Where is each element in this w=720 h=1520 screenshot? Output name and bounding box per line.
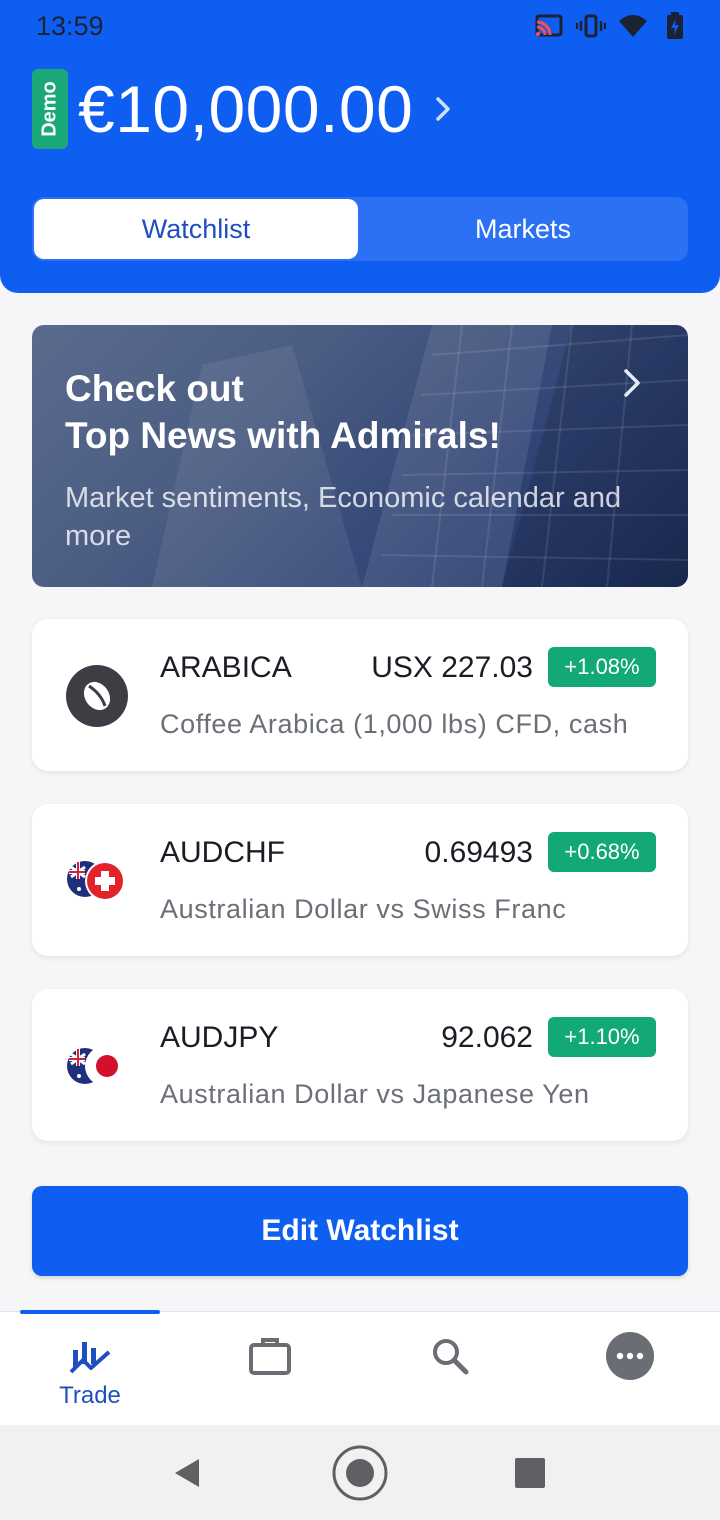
coffee-bean-icon xyxy=(65,664,129,728)
system-navigation-bar xyxy=(0,1425,720,1520)
back-icon[interactable] xyxy=(158,1443,218,1503)
search-icon xyxy=(428,1334,472,1378)
au-ch-flags-icon xyxy=(65,849,129,913)
au-jp-flags-icon xyxy=(65,1034,129,1098)
status-time: 13:59 xyxy=(36,11,104,41)
trade-chart-icon xyxy=(68,1334,112,1378)
status-icons xyxy=(534,12,690,40)
instrument-description: Australian Dollar vs Swiss Franc xyxy=(160,894,567,924)
instrument-price: 0.69493 xyxy=(424,836,533,869)
cast-icon xyxy=(534,12,564,40)
nav-trade[interactable]: Trade xyxy=(0,1312,180,1426)
recents-icon[interactable] xyxy=(500,1443,560,1503)
banner-title: Check out Top News with Admirals! xyxy=(65,368,501,456)
balance-row[interactable]: Demo €10,000.00 xyxy=(32,68,463,150)
edit-watchlist-button[interactable]: Edit Watchlist xyxy=(32,1186,688,1276)
banner-subtitle: Market sentiments, Economic calendar and… xyxy=(65,482,622,552)
account-balance: €10,000.00 xyxy=(78,72,414,146)
account-header: 13:59 Demo €10,000.00 Watchlist Markets xyxy=(0,0,720,293)
nav-search[interactable] xyxy=(360,1312,540,1426)
chevron-right-icon[interactable] xyxy=(433,89,463,129)
change-badge: +1.10% xyxy=(548,1017,656,1057)
nav-portfolio[interactable] xyxy=(180,1312,360,1426)
briefcase-icon xyxy=(248,1334,292,1378)
bottom-navigation: Trade xyxy=(0,1310,720,1426)
change-badge: +1.08% xyxy=(548,647,656,687)
home-icon[interactable] xyxy=(330,1443,390,1503)
status-bar: 13:59 xyxy=(0,0,720,52)
tab-watchlist[interactable]: Watchlist xyxy=(34,199,358,259)
chevron-right-icon xyxy=(624,369,640,397)
wifi-icon xyxy=(618,12,648,40)
change-badge: +0.68% xyxy=(548,832,656,872)
vibrate-icon xyxy=(576,12,606,40)
tab-markets[interactable]: Markets xyxy=(360,199,686,259)
instrument-description: Australian Dollar vs Japanese Yen xyxy=(160,1079,590,1109)
watchlist-item-arabica[interactable]: ARABICA USX 227.03 +1.08% Coffee Arabica… xyxy=(32,619,688,771)
battery-icon xyxy=(660,12,690,40)
instrument-symbol: AUDJPY xyxy=(160,1021,279,1054)
demo-badge: Demo xyxy=(32,69,68,149)
instrument-price: 92.062 xyxy=(441,1021,533,1054)
instrument-price: USX 227.03 xyxy=(371,651,533,684)
instrument-symbol: ARABICA xyxy=(160,651,292,684)
instrument-symbol: AUDCHF xyxy=(160,836,285,869)
instrument-description: Coffee Arabica (1,000 lbs) CFD, cash xyxy=(160,709,629,739)
watchlist-item-audchf[interactable]: AUDCHF 0.69493 +0.68% Australian Dollar … xyxy=(32,804,688,956)
top-news-banner[interactable]: Check out Top News with Admirals! Market… xyxy=(32,325,688,587)
nav-more[interactable] xyxy=(540,1312,720,1426)
more-icon xyxy=(605,1331,655,1381)
watchlist-item-audjpy[interactable]: AUDJPY 92.062 +1.10% Australian Dollar v… xyxy=(32,989,688,1141)
view-switcher: Watchlist Markets xyxy=(32,197,688,261)
nav-trade-label: Trade xyxy=(59,1382,121,1409)
